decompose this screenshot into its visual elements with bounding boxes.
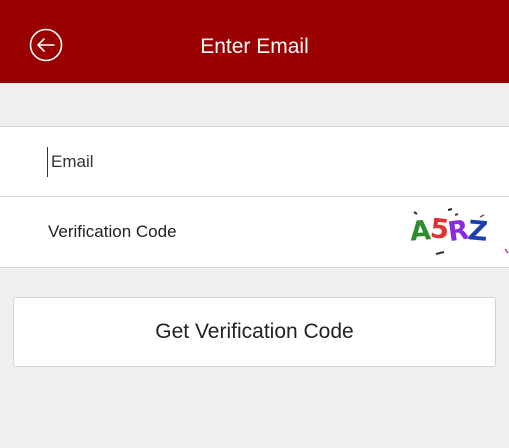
email-row bbox=[0, 127, 509, 197]
captcha-text: A5RZ bbox=[408, 213, 488, 248]
page-title: Enter Email bbox=[200, 35, 309, 58]
email-input[interactable] bbox=[47, 147, 471, 177]
enter-email-screen: Enter Email Verification Code A5RZ bbox=[0, 0, 509, 448]
email-form: Verification Code A5RZ bbox=[0, 126, 509, 268]
captcha-char: A bbox=[408, 215, 431, 248]
verification-row: Verification Code A5RZ bbox=[0, 197, 509, 267]
captcha-char: Z bbox=[466, 215, 488, 248]
app-header: Enter Email bbox=[0, 0, 509, 83]
captcha-image[interactable]: A5RZ bbox=[408, 205, 509, 261]
get-verification-code-button[interactable]: Get Verification Code bbox=[13, 297, 496, 367]
verification-code-label: Verification Code bbox=[48, 222, 177, 241]
